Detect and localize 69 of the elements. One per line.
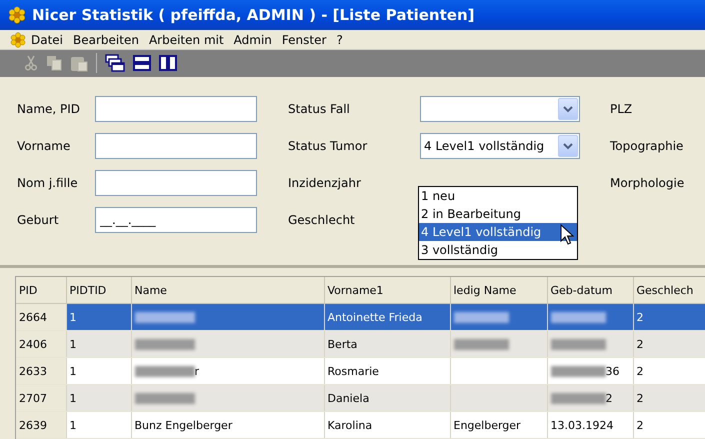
field-label: Status Tumor [288, 139, 368, 154]
chevron-down-icon [563, 142, 573, 150]
dropdown-button[interactable] [558, 135, 578, 158]
menu-item[interactable]: Arbeiten mit [144, 32, 229, 47]
cell-text: r [194, 364, 200, 378]
field-label: Status Fall [288, 102, 351, 116]
field-label: Name, PID [17, 102, 82, 116]
flower-icon [10, 32, 26, 48]
window-title: Nicer Statistik ( pfeiffda, ADMIN ) - [Liste Patienten] [32, 6, 474, 24]
table-cell: Berta [324, 330, 450, 358]
tile-vertical-icon[interactable] [159, 55, 177, 72]
input-field[interactable] [95, 96, 257, 122]
table-cell: 2 [633, 304, 705, 330]
field-label: Nom j.fille [17, 176, 79, 190]
row-header[interactable]: 2406 [16, 330, 66, 358]
table-cell: Rosmarie [324, 358, 450, 384]
column-header[interactable]: Geb-datum [547, 277, 633, 304]
field-label: Topographie [610, 139, 684, 154]
table-cell: 2 [633, 330, 705, 358]
table-cell: 1 [66, 412, 131, 438]
dropdown-option[interactable]: 4 Level1 vollständig [419, 222, 577, 241]
menu-item[interactable]: Fenster [276, 32, 332, 47]
combo-box[interactable]: 4 Level1 vollständig [420, 133, 580, 160]
column-header[interactable]: Geschlech [633, 277, 705, 304]
input-field[interactable]: __.__.____ [95, 207, 257, 234]
cell-text: 36 [606, 364, 620, 378]
input-field[interactable] [95, 133, 257, 160]
row-header[interactable]: 2664 [16, 304, 66, 330]
table-cell: 13.03.1924 [547, 412, 633, 438]
input-field[interactable] [95, 170, 257, 196]
table-cell: 2 [633, 358, 705, 384]
combo-box[interactable] [420, 96, 580, 122]
chevron-down-icon [563, 106, 573, 113]
menu-item[interactable]: ? [331, 32, 348, 47]
field-label: Inzidenzjahr [288, 176, 362, 190]
menu-item[interactable]: Admin [228, 32, 277, 47]
table-cell: Antoinette Frieda [324, 304, 450, 330]
column-header[interactable]: Vorname1 [324, 277, 450, 304]
menu-item[interactable]: Bearbeiten [68, 32, 144, 47]
field-label: Vorname [17, 139, 72, 154]
table-cell: Engelberger [450, 412, 547, 438]
row-header[interactable]: 2639 [16, 412, 66, 438]
column-header[interactable]: Name [131, 277, 324, 304]
row-header[interactable]: 2633 [16, 358, 66, 384]
mouse-pointer-icon [560, 224, 574, 246]
dropdown-button[interactable] [558, 98, 578, 120]
cell-text: 2 [606, 392, 612, 404]
column-header[interactable]: ledig Name [450, 277, 547, 304]
table-cell: 1 [66, 330, 131, 358]
toolbar-separator [96, 53, 97, 74]
column-header[interactable]: PIDTID [66, 277, 131, 304]
field-label: Morphologie [610, 176, 686, 190]
tile-horizontal-icon[interactable] [133, 55, 151, 72]
table-cell: 2 [633, 384, 705, 412]
field-label: Geburt [17, 213, 60, 228]
table-cell: 2 [633, 412, 705, 438]
field-label: PLZ [610, 102, 634, 116]
row-header[interactable]: 2707 [16, 384, 66, 412]
app-logo-icon [8, 6, 26, 24]
table-cell: Daniela [324, 384, 450, 412]
table-cell: Karolina [324, 412, 450, 438]
table-cell: 1 [66, 384, 131, 412]
table-cell: 1 [66, 358, 131, 384]
cascade-windows-icon[interactable] [105, 54, 125, 72]
table-cell: 1 [66, 304, 131, 330]
table-cell: Bunz Engelberger [131, 412, 324, 438]
menu-item[interactable]: Datei [26, 32, 68, 47]
field-label: Geschlecht [288, 213, 356, 228]
column-header[interactable]: PID [16, 277, 66, 304]
